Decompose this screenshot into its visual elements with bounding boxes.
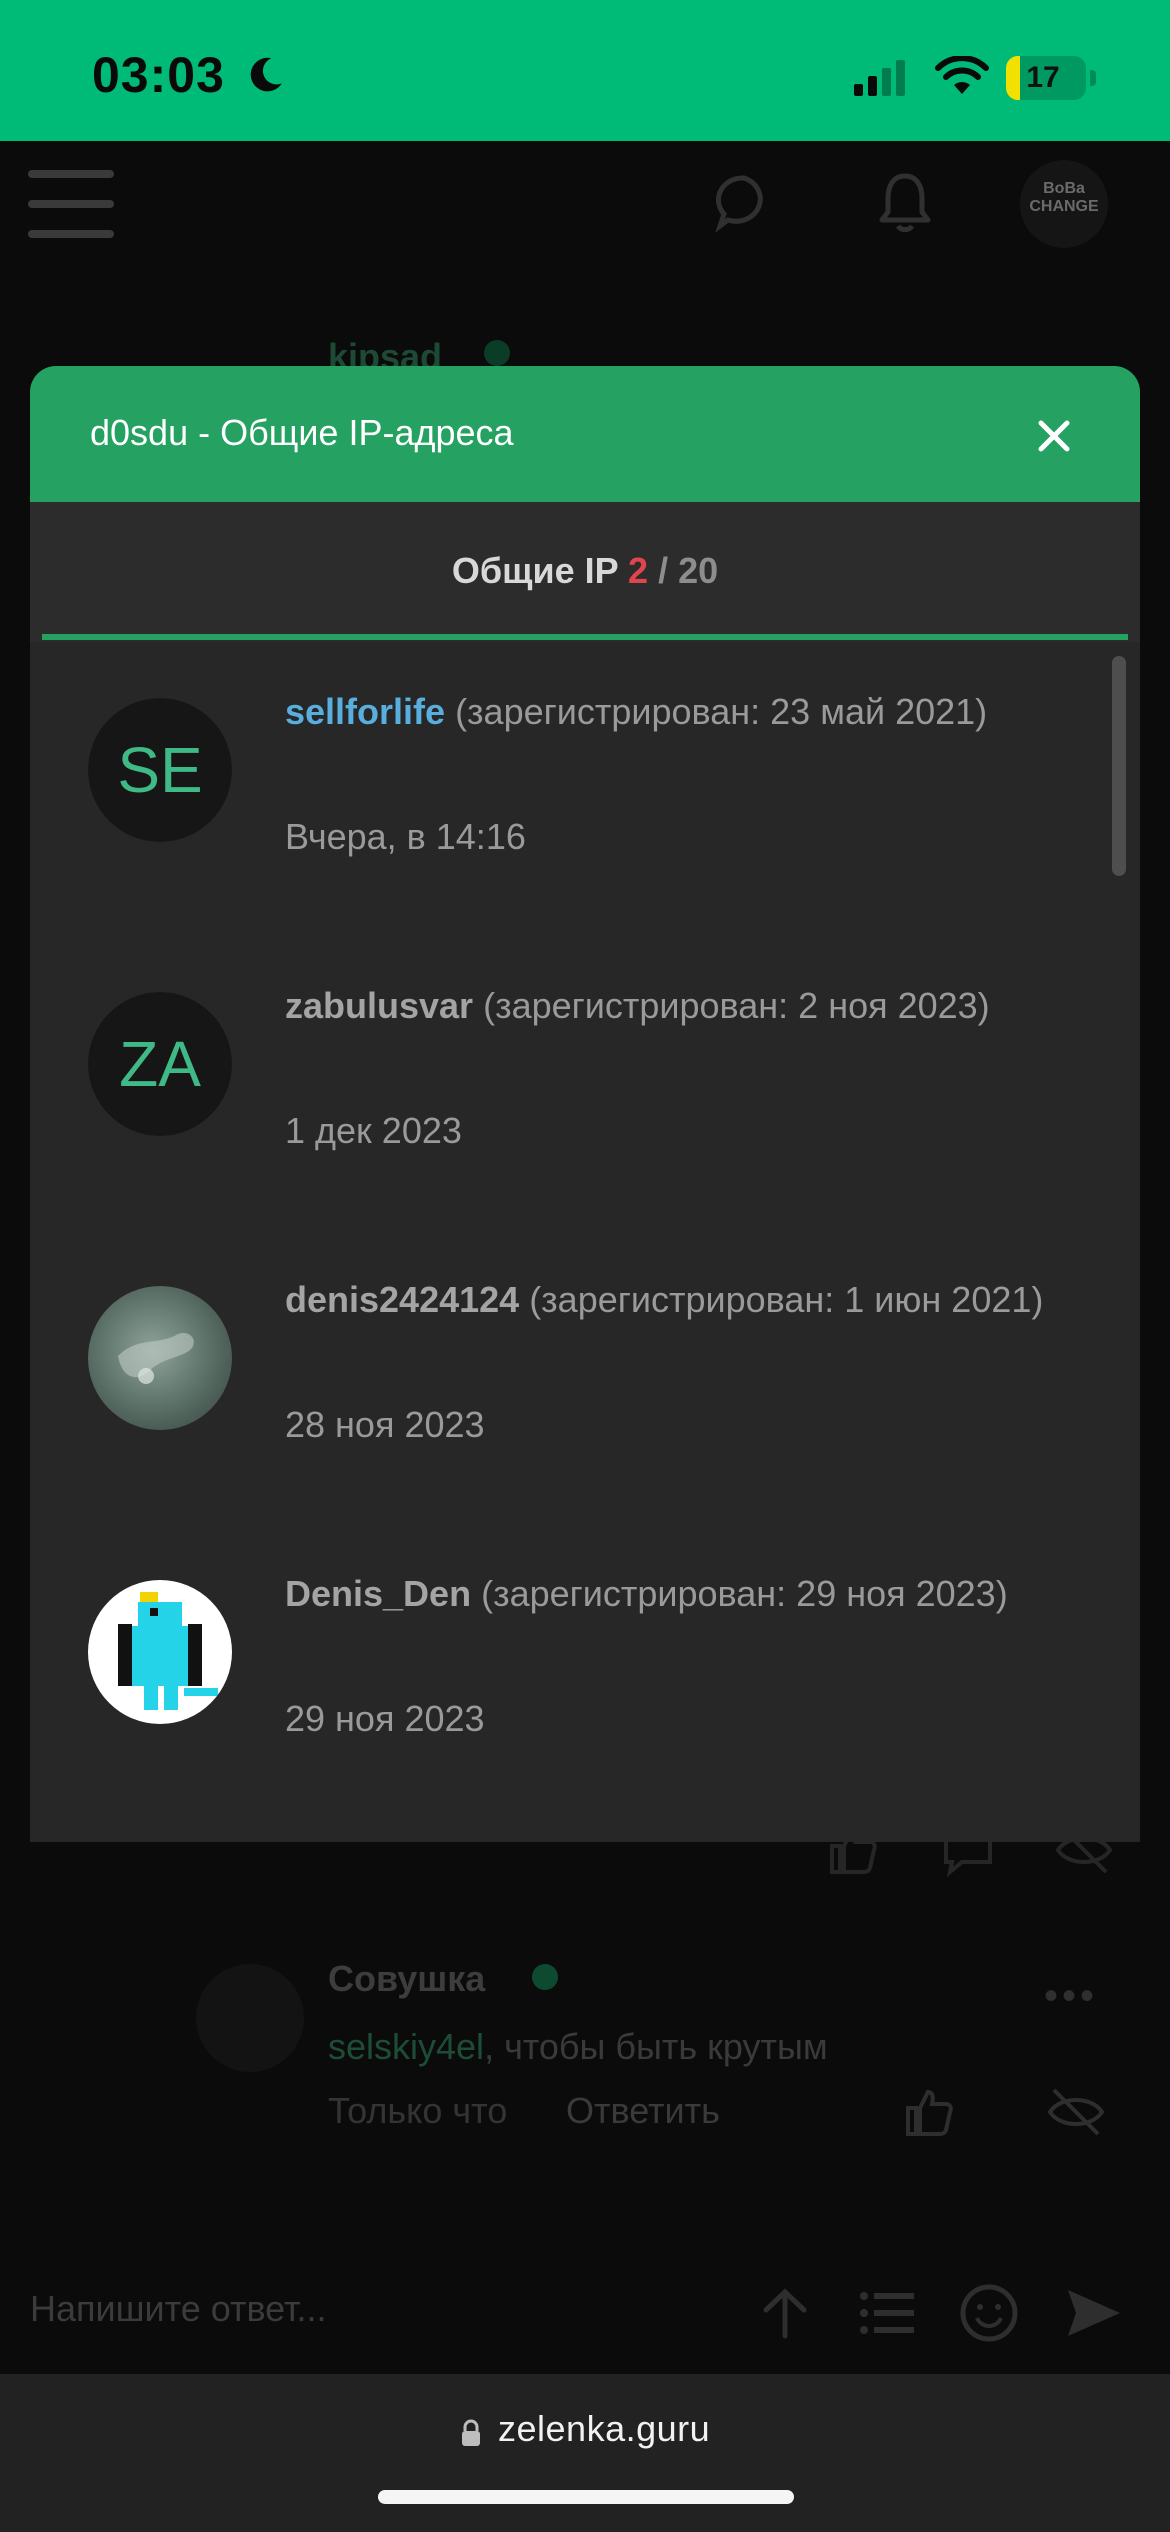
registered-date: (зарегистрирован: 29 ноя 2023) bbox=[471, 1573, 1008, 1614]
send-icon[interactable] bbox=[1062, 2282, 1124, 2344]
list-icon[interactable] bbox=[856, 2282, 918, 2344]
tab-shared-ip[interactable]: Общие IP 2 / 20 bbox=[30, 550, 1140, 592]
list-item[interactable]: SE sellforlife (зарегистрирован: 23 май … bbox=[30, 688, 1100, 982]
shared-ip-modal: d0sdu - Общие IP-адреса Общие IP 2 / 20 … bbox=[30, 366, 1140, 1842]
modal-title: d0sdu - Общие IP-адреса bbox=[90, 412, 514, 453]
tab-label: Общие IP bbox=[451, 550, 618, 591]
close-icon[interactable] bbox=[1034, 416, 1074, 456]
username-link[interactable]: sellforlife bbox=[285, 691, 445, 732]
battery-icon: 17 bbox=[1006, 56, 1086, 100]
menu-icon[interactable] bbox=[28, 170, 114, 240]
list-item[interactable]: ZA zabulusvar (зарегистрирован: 2 ноя 20… bbox=[30, 982, 1100, 1276]
emoji-icon[interactable] bbox=[958, 2282, 1020, 2344]
tab-active-underline bbox=[42, 634, 1128, 640]
comment-author[interactable]: Совушка bbox=[328, 1958, 485, 2000]
comment-avatar[interactable] bbox=[196, 1964, 304, 2072]
chat-icon[interactable] bbox=[714, 172, 774, 232]
scrollbar[interactable] bbox=[1112, 656, 1126, 876]
home-indicator[interactable] bbox=[378, 2490, 794, 2504]
user-info: zabulusvar (зарегистрирован: 2 ноя 2023) bbox=[285, 982, 1085, 1030]
avatar-image bbox=[88, 1580, 232, 1724]
comment-time: Только что bbox=[328, 2090, 508, 2131]
tab-separator: / bbox=[658, 550, 669, 591]
more-options-icon[interactable]: ••• bbox=[1044, 1974, 1098, 2019]
comment-text: selskiy4el, чтобы быть крутым bbox=[328, 2026, 828, 2068]
avatar-image bbox=[88, 1286, 232, 1430]
browser-url-bar[interactable] bbox=[0, 2374, 1170, 2532]
battery-cap bbox=[1090, 70, 1096, 86]
list-item[interactable]: denis2424124 (зарегистрирован: 1 июн 202… bbox=[30, 1276, 1100, 1570]
lock-icon bbox=[462, 2419, 480, 2446]
user-info: sellforlife (зарегистрирован: 23 май 202… bbox=[285, 688, 1085, 736]
avatar[interactable] bbox=[88, 1286, 232, 1430]
shared-date: Вчера, в 14:16 bbox=[285, 816, 526, 857]
avatar-initials: SE bbox=[88, 698, 232, 842]
comment-mention[interactable]: selskiy4el bbox=[328, 2026, 484, 2067]
avatar[interactable] bbox=[88, 1580, 232, 1724]
bell-icon[interactable] bbox=[874, 170, 936, 236]
registered-date: (зарегистрирован: 2 ноя 2023) bbox=[473, 985, 990, 1026]
comment-reply-link[interactable]: Ответить bbox=[566, 2090, 720, 2132]
username-link[interactable]: zabulusvar bbox=[285, 985, 473, 1026]
avatar-initials: ZA bbox=[88, 992, 232, 1136]
shared-date: 1 дек 2023 bbox=[285, 1110, 462, 1151]
online-indicator bbox=[484, 340, 510, 366]
tab-current-count: 2 bbox=[628, 550, 649, 591]
tab-total-count: 20 bbox=[678, 550, 719, 591]
avatar[interactable]: SE bbox=[88, 698, 232, 842]
user-info: Denis_Den (зарегистрирован: 29 ноя 2023) bbox=[285, 1570, 1085, 1618]
like-icon[interactable] bbox=[900, 2084, 956, 2140]
hide-icon[interactable] bbox=[1046, 2084, 1106, 2140]
status-bar: 03:03 17 bbox=[0, 0, 1170, 141]
modal-header: d0sdu - Общие IP-адреса bbox=[30, 366, 1140, 502]
status-time: 03:03 bbox=[92, 47, 225, 103]
app-header bbox=[0, 141, 1170, 271]
wifi-icon bbox=[935, 56, 989, 94]
username-link[interactable]: Denis_Den bbox=[285, 1573, 471, 1614]
avatar-label: BoBa CHANGE bbox=[1029, 180, 1099, 215]
arrow-up-icon[interactable] bbox=[754, 2282, 816, 2344]
comment-body: , чтобы быть крутым bbox=[484, 2026, 828, 2067]
username-link[interactable]: denis2424124 bbox=[285, 1279, 519, 1320]
shared-date: 29 ноя 2023 bbox=[285, 1698, 485, 1739]
reply-input[interactable]: Напишите ответ... bbox=[30, 2288, 327, 2330]
registered-date: (зарегистрирован: 23 май 2021) bbox=[445, 691, 988, 732]
tab-bar: Общие IP 2 / 20 bbox=[30, 502, 1140, 642]
shared-date: 28 ноя 2023 bbox=[285, 1404, 485, 1445]
signal-icon bbox=[854, 60, 905, 96]
battery-percent: 17 bbox=[1026, 61, 1060, 94]
avatar[interactable]: ZA bbox=[88, 992, 232, 1136]
user-avatar[interactable]: BoBa CHANGE bbox=[1020, 160, 1108, 248]
registered-date: (зарегистрирован: 1 июн 2021) bbox=[519, 1279, 1044, 1320]
moon-icon bbox=[250, 57, 282, 92]
list-item[interactable]: Denis_Den (зарегистрирован: 29 ноя 2023)… bbox=[30, 1570, 1100, 1842]
url-text[interactable]: zelenka.guru bbox=[498, 2408, 710, 2450]
online-indicator bbox=[532, 1964, 558, 1990]
user-info: denis2424124 (зарегистрирован: 1 июн 202… bbox=[285, 1276, 1085, 1324]
